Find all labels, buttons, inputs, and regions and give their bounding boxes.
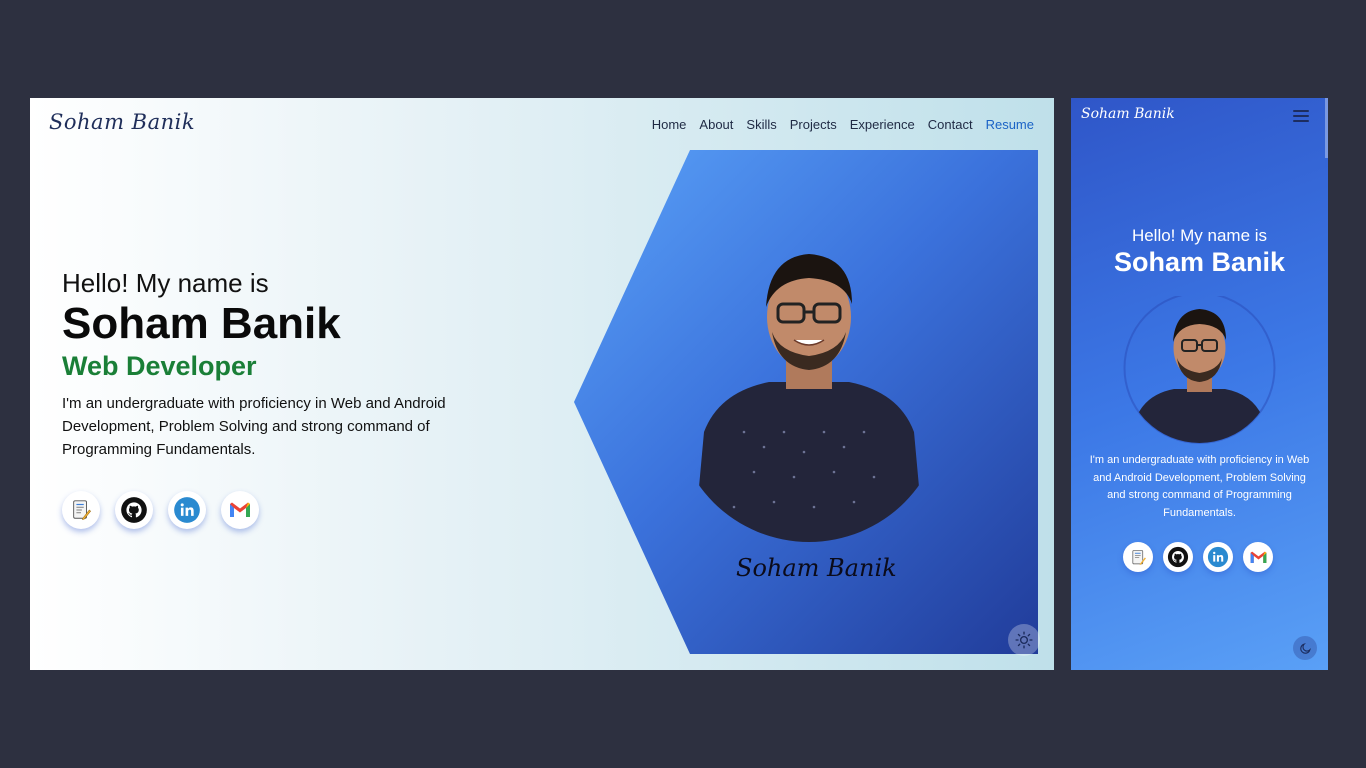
gmail-icon	[230, 502, 250, 518]
mobile-profile-photo	[1123, 296, 1276, 444]
nav-skills[interactable]: Skills	[746, 117, 776, 132]
main-nav: Home About Skills Projects Experience Co…	[652, 117, 1034, 132]
mobile-hero-description: I'm an undergraduate with proficiency in…	[1089, 454, 1310, 519]
mobile-theme-toggle-button[interactable]	[1293, 636, 1317, 660]
resume-link[interactable]	[62, 491, 100, 530]
nav-about[interactable]: About	[699, 117, 733, 132]
moon-icon	[1299, 642, 1311, 654]
mobile-social-links	[1123, 542, 1273, 572]
nav-resume[interactable]: Resume	[986, 117, 1034, 132]
mobile-linkedin-link[interactable]	[1203, 542, 1233, 572]
signature: Soham Banik	[736, 554, 897, 582]
sun-icon	[1015, 631, 1033, 649]
linkedin-link[interactable]	[168, 491, 206, 530]
mobile-gmail-link[interactable]	[1243, 542, 1273, 572]
github-icon	[1167, 546, 1189, 568]
github-link[interactable]	[115, 491, 153, 530]
profile-photo	[694, 254, 924, 542]
nav-projects[interactable]: Projects	[790, 117, 837, 132]
mobile-site-logo[interactable]: Soham Banik	[1081, 106, 1175, 122]
hero-section: Hello! My name is Soham Banik Web Develo…	[62, 268, 542, 530]
hero-role: Web Developer	[62, 351, 257, 382]
hero-name: Soham Banik	[62, 299, 341, 348]
site-logo[interactable]: Soham Banik	[49, 110, 195, 134]
hamburger-icon[interactable]	[1293, 110, 1309, 122]
desktop-preview: Soham Banik Home About Skills Projects E…	[30, 98, 1054, 670]
github-icon	[121, 497, 147, 524]
resume-icon	[1131, 549, 1146, 565]
gmail-icon	[1250, 551, 1266, 563]
mobile-resume-link[interactable]	[1123, 542, 1153, 572]
hero-greeting: Hello! My name is	[62, 268, 269, 298]
mobile-github-link[interactable]	[1163, 542, 1193, 572]
mobile-hero-greeting: Hello! My name is	[1131, 226, 1268, 245]
nav-contact[interactable]: Contact	[928, 117, 973, 132]
mobile-preview: Soham Banik Hello! My name is Soham Bani…	[1071, 98, 1328, 670]
social-links	[62, 491, 542, 530]
linkedin-icon	[1207, 546, 1229, 568]
mobile-hero-name: Soham Banik	[1113, 247, 1286, 277]
linkedin-icon	[174, 497, 200, 524]
nav-experience[interactable]: Experience	[850, 117, 915, 132]
mobile-scrollbar[interactable]	[1325, 98, 1328, 158]
gmail-link[interactable]	[221, 491, 259, 530]
resume-icon	[73, 500, 92, 521]
hero-image-panel: Soham Banik	[574, 150, 1038, 654]
theme-toggle-button[interactable]	[1008, 624, 1040, 656]
hero-description: I'm an undergraduate with proficiency in…	[62, 395, 446, 459]
nav-home[interactable]: Home	[652, 117, 687, 132]
